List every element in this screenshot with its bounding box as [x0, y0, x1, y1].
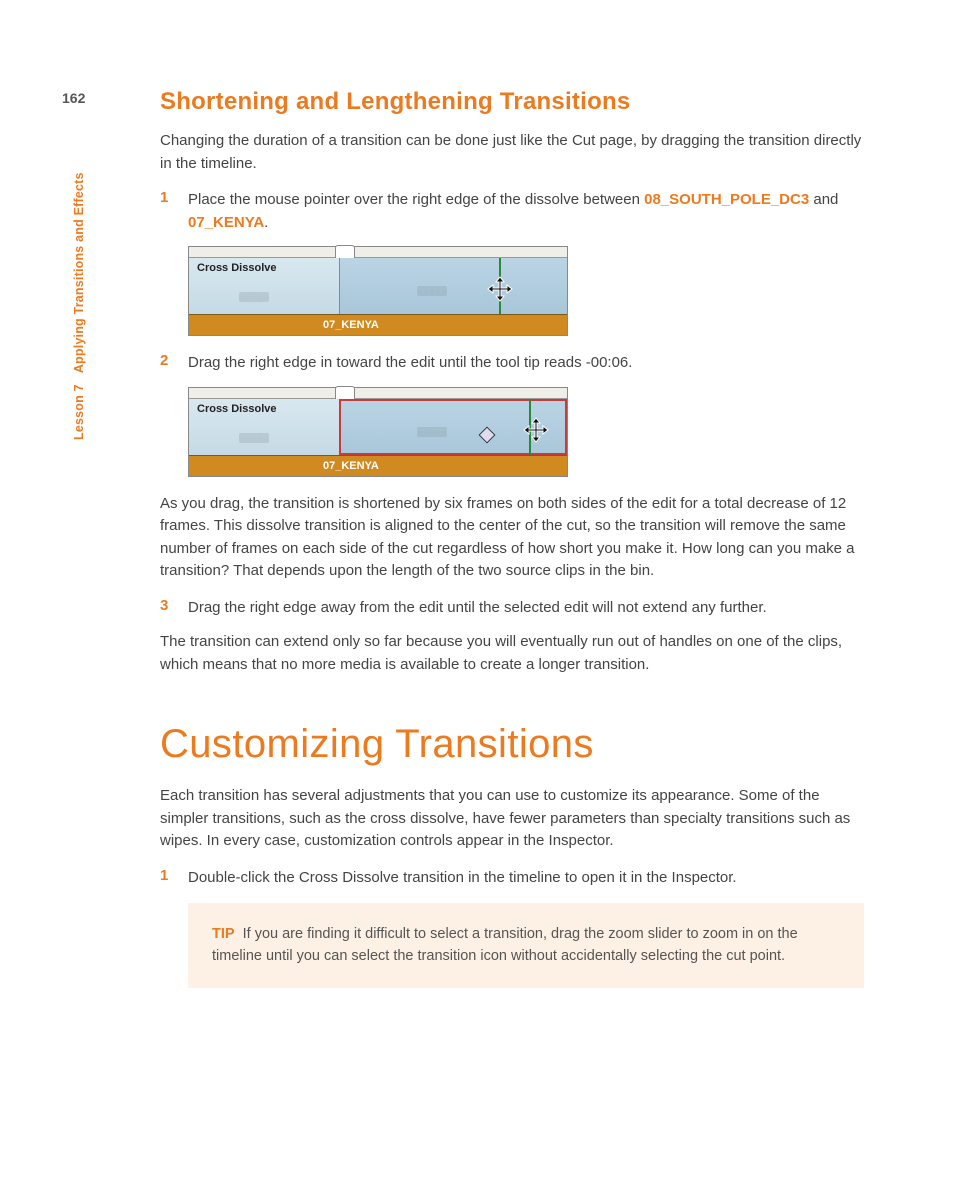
clip-name-label: 07_KENYA — [189, 314, 567, 335]
step-text-part: . — [264, 214, 268, 231]
step-text-part: and — [809, 191, 838, 208]
page-number: 162 — [62, 90, 85, 106]
lesson-number: Lesson 7 — [72, 384, 86, 440]
step-text: Double-click the Cross Dissolve transiti… — [188, 867, 864, 890]
step-1b: 1 Double-click the Cross Dissolve transi… — [160, 867, 864, 890]
lesson-title: Applying Transitions and Effects — [72, 172, 86, 373]
tip-callout: TIP If you are finding it difficult to s… — [188, 903, 864, 988]
resize-cursor-icon — [521, 415, 551, 445]
clip-name: 07_KENYA — [188, 214, 264, 231]
running-header: Lesson 7 Applying Transitions and Effect… — [72, 172, 86, 440]
clip-name-label: 07_KENYA — [189, 455, 567, 476]
intro-paragraph-2: Each transition has several adjustments … — [160, 785, 864, 853]
step-text: Drag the right edge away from the edit u… — [188, 597, 864, 620]
step-text: Drag the right edge in toward the edit u… — [188, 352, 864, 375]
body-paragraph: As you drag, the transition is shortened… — [160, 493, 864, 583]
step-number: 1 — [160, 189, 188, 234]
transition-label: Cross Dissolve — [197, 262, 276, 274]
timeline-ruler — [189, 388, 567, 399]
step-1: 1 Place the mouse pointer over the right… — [160, 189, 864, 234]
step-number: 1 — [160, 867, 188, 890]
step-text-part: Place the mouse pointer over the right e… — [188, 191, 644, 208]
step-2: 2 Drag the right edge in toward the edit… — [160, 352, 864, 375]
section-heading-shortening: Shortening and Lengthening Transitions — [160, 88, 864, 116]
tip-label: TIP — [212, 926, 235, 942]
tip-text: If you are finding it difficult to selec… — [212, 926, 798, 964]
step-3: 3 Drag the right edge away from the edit… — [160, 597, 864, 620]
timeline-figure-2: Cross Dissolve 07_KENYA — [188, 387, 568, 477]
timeline-clip-area: Cross Dissolve — [189, 258, 567, 314]
step-text: Place the mouse pointer over the right e… — [188, 189, 864, 234]
transition-label: Cross Dissolve — [197, 403, 276, 415]
step-number: 2 — [160, 352, 188, 375]
timeline-figure-1: Cross Dissolve 07_KENYA — [188, 246, 568, 336]
timeline-clip-area: Cross Dissolve — [189, 399, 567, 455]
clip-name: 08_SOUTH_POLE_DC3 — [644, 191, 809, 208]
resize-cursor-icon — [485, 274, 515, 304]
timeline-ruler — [189, 247, 567, 258]
step-number: 3 — [160, 597, 188, 620]
intro-paragraph: Changing the duration of a transition ca… — [160, 130, 864, 175]
section-heading-customizing: Customizing Transitions — [160, 722, 864, 767]
closing-paragraph: The transition can extend only so far be… — [160, 631, 864, 676]
